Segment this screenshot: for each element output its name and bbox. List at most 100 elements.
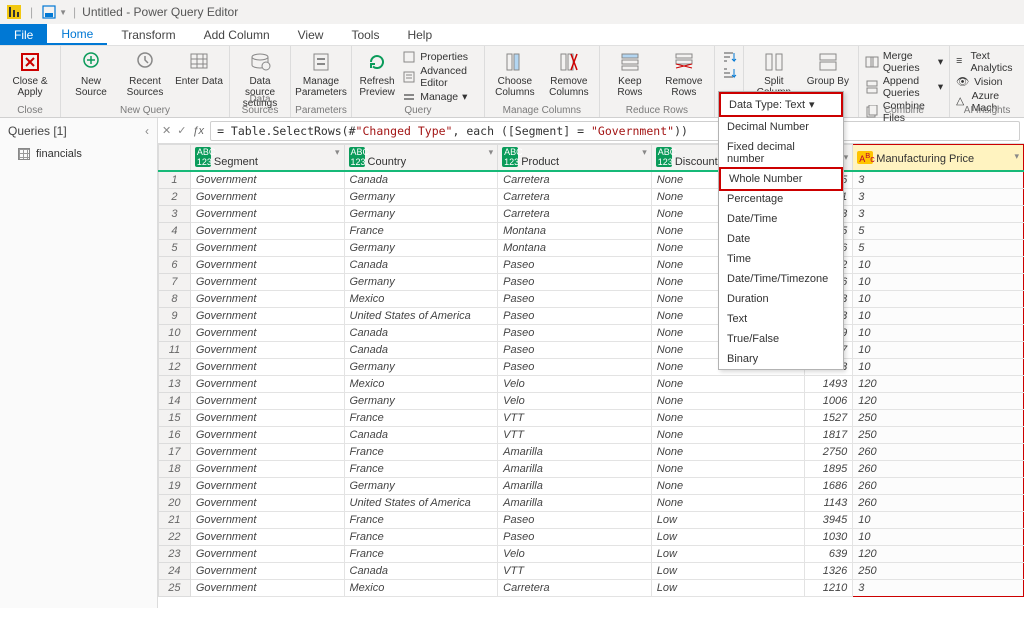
cell[interactable]: Government (190, 545, 344, 562)
cell[interactable]: France (344, 511, 498, 528)
datatype-option[interactable]: Date/Time (719, 209, 843, 229)
datatype-option[interactable]: Date (719, 229, 843, 249)
tab-add-column[interactable]: Add Column (190, 24, 284, 45)
cell[interactable]: 2750 (805, 443, 853, 460)
cell[interactable]: Germany (344, 477, 498, 494)
table-row[interactable]: 13GovernmentMexicoVeloNone1493120 (159, 375, 1024, 392)
datatype-option[interactable]: Time (719, 249, 843, 269)
datatype-option[interactable]: Binary (719, 349, 843, 369)
cell[interactable]: Government (190, 443, 344, 460)
cell[interactable]: 10 (853, 256, 1024, 273)
cell[interactable]: United States of America (344, 307, 498, 324)
row-number[interactable]: 18 (159, 460, 191, 477)
cell[interactable]: France (344, 460, 498, 477)
cell[interactable]: 1006 (805, 392, 853, 409)
manage-parameters-button[interactable]: Manage Parameters (297, 50, 345, 98)
table-row[interactable]: 24GovernmentCanadaVTTLow1326250 (159, 562, 1024, 579)
cell[interactable]: 10 (853, 528, 1024, 545)
cell[interactable]: 260 (853, 460, 1024, 477)
collapse-pane-icon[interactable]: ‹ (145, 124, 149, 138)
cell[interactable]: Paseo (498, 290, 652, 307)
cell[interactable]: VTT (498, 426, 652, 443)
row-number[interactable]: 19 (159, 477, 191, 494)
table-row[interactable]: 9GovernmentUnited States of AmericaPaseo… (159, 307, 1024, 324)
cell[interactable]: None (651, 392, 805, 409)
cell[interactable]: Amarilla (498, 460, 652, 477)
cell[interactable]: VTT (498, 409, 652, 426)
row-number[interactable]: 25 (159, 579, 191, 596)
row-number[interactable]: 13 (159, 375, 191, 392)
table-row[interactable]: 10GovernmentCanadaPaseoNone172910 (159, 324, 1024, 341)
chevron-down-icon[interactable]: ▼ (59, 8, 67, 17)
row-number[interactable]: 12 (159, 358, 191, 375)
cell[interactable]: Canada (344, 426, 498, 443)
cell[interactable]: Montana (498, 222, 652, 239)
row-number[interactable]: 23 (159, 545, 191, 562)
cell[interactable]: Canada (344, 256, 498, 273)
cell[interactable]: VTT (498, 562, 652, 579)
cell[interactable]: France (344, 409, 498, 426)
cell[interactable]: Government (190, 290, 344, 307)
cell[interactable]: Germany (344, 188, 498, 205)
cell[interactable]: Paseo (498, 273, 652, 290)
manage-item[interactable]: Manage ▾ (402, 90, 478, 104)
datatype-option[interactable]: Percentage (719, 189, 843, 209)
cell[interactable]: Mexico (344, 375, 498, 392)
cell[interactable]: France (344, 545, 498, 562)
cell[interactable]: None (651, 460, 805, 477)
cell[interactable]: 260 (853, 494, 1024, 511)
row-number[interactable]: 10 (159, 324, 191, 341)
datatype-option[interactable]: Fixed decimal number (719, 137, 843, 169)
table-row[interactable]: 17GovernmentFranceAmarillaNone2750260 (159, 443, 1024, 460)
cell[interactable]: Low (651, 511, 805, 528)
refresh-preview-button[interactable]: Refresh Preview (358, 50, 396, 98)
cell[interactable]: 5 (853, 239, 1024, 256)
cell[interactable]: 1493 (805, 375, 853, 392)
cell[interactable]: 1686 (805, 477, 853, 494)
row-number[interactable]: 22 (159, 528, 191, 545)
table-row[interactable]: 16GovernmentCanadaVTTNone1817250 (159, 426, 1024, 443)
row-number[interactable]: 24 (159, 562, 191, 579)
cell[interactable]: 250 (853, 562, 1024, 579)
row-number[interactable]: 14 (159, 392, 191, 409)
row-number[interactable]: 4 (159, 222, 191, 239)
cell[interactable]: Paseo (498, 358, 652, 375)
select-all-cell[interactable] (159, 145, 191, 172)
cell[interactable]: Mexico (344, 290, 498, 307)
cell[interactable]: 1527 (805, 409, 853, 426)
cell[interactable]: Montana (498, 239, 652, 256)
cell[interactable]: Paseo (498, 528, 652, 545)
cell[interactable]: Government (190, 222, 344, 239)
cell[interactable]: Germany (344, 273, 498, 290)
datatype-option[interactable]: True/False (719, 329, 843, 349)
cell[interactable]: Carretera (498, 579, 652, 596)
tab-home[interactable]: Home (47, 24, 107, 45)
table-row[interactable]: 21GovernmentFrancePaseoLow394510 (159, 511, 1024, 528)
row-number[interactable]: 11 (159, 341, 191, 358)
row-number[interactable]: 15 (159, 409, 191, 426)
cell[interactable]: Government (190, 511, 344, 528)
append-queries-item[interactable]: Append Queries ▾ (865, 75, 943, 99)
row-number[interactable]: 3 (159, 205, 191, 222)
cell[interactable]: Canada (344, 562, 498, 579)
cell[interactable]: 1143 (805, 494, 853, 511)
table-row[interactable]: 20GovernmentUnited States of AmericaAmar… (159, 494, 1024, 511)
cell[interactable]: Carretera (498, 205, 652, 222)
row-number[interactable]: 1 (159, 171, 191, 188)
cell[interactable]: Germany (344, 392, 498, 409)
table-row[interactable]: 22GovernmentFrancePaseoLow103010 (159, 528, 1024, 545)
cell[interactable]: Low (651, 579, 805, 596)
cell[interactable]: Government (190, 579, 344, 596)
row-number[interactable]: 8 (159, 290, 191, 307)
table-row[interactable]: 7GovernmentGermanyPaseoNone100610 (159, 273, 1024, 290)
properties-item[interactable]: Properties (402, 50, 478, 64)
column-header[interactable]: ABc Manufacturing Price▾ (853, 145, 1024, 172)
cell[interactable]: 10 (853, 511, 1024, 528)
table-row[interactable]: 15GovernmentFranceVTTNone1527250 (159, 409, 1024, 426)
data-grid[interactable]: ABC123 Segment▾ABC123 Country▾ABC123 Pro… (158, 144, 1024, 608)
remove-rows-button[interactable]: Remove Rows (660, 50, 708, 98)
cell[interactable]: None (651, 443, 805, 460)
row-number[interactable]: 2 (159, 188, 191, 205)
cell[interactable]: 260 (853, 443, 1024, 460)
cell[interactable]: Government (190, 562, 344, 579)
